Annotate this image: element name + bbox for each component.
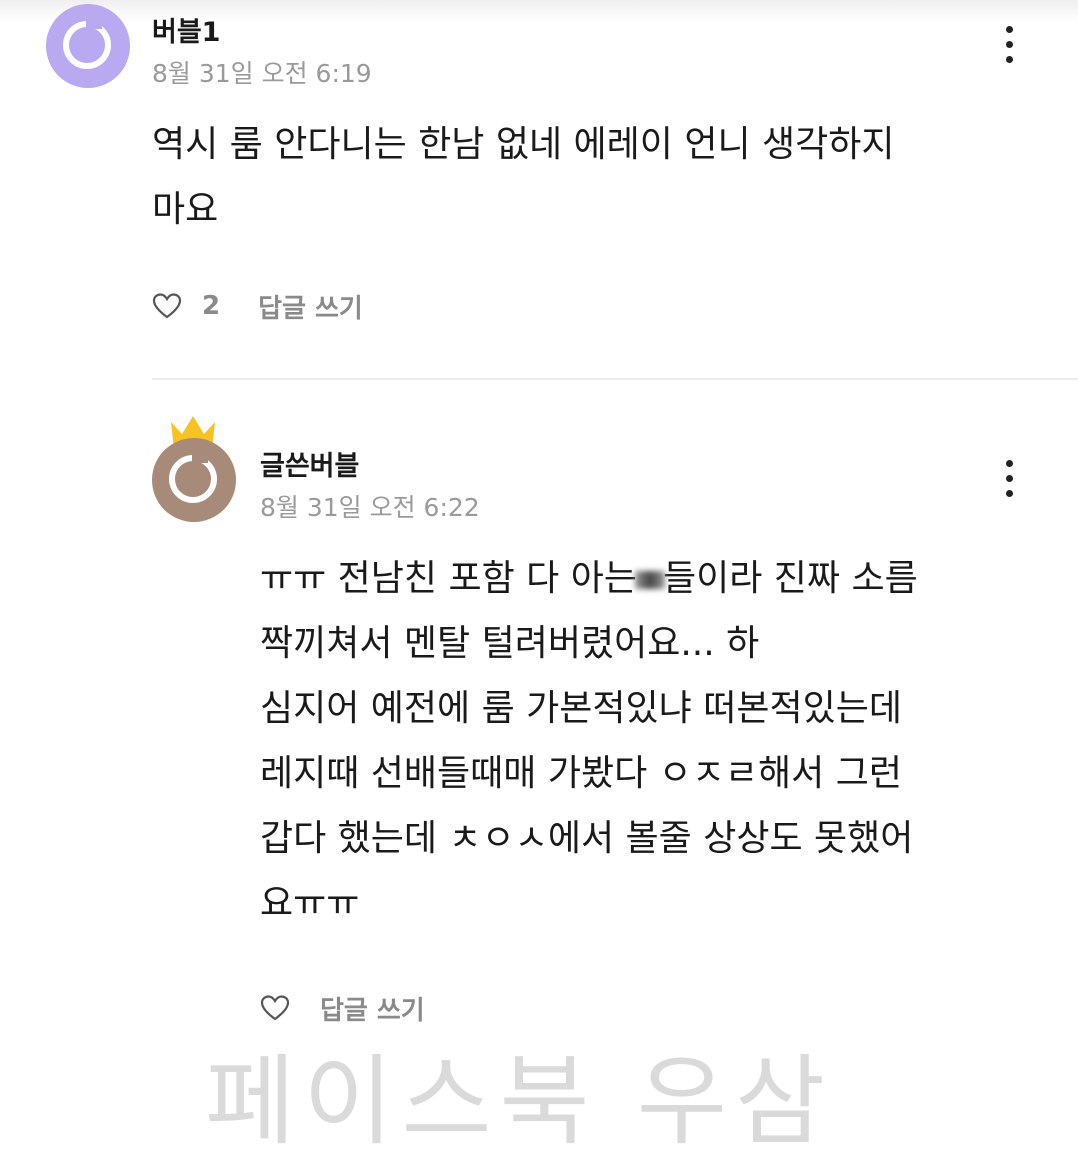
ring-gap (86, 17, 102, 29)
comment-line: 갑다 했는데 ㅊㅇㅅ에서 볼줄 상상도 못했어 (260, 818, 914, 859)
more-vertical-icon[interactable] (1003, 460, 1015, 502)
comment-time: 8월 31일 오전 6:22 (260, 493, 480, 522)
author-name[interactable]: 버블1 (152, 10, 220, 49)
comment-line: 요ㅠㅠ (260, 883, 360, 924)
watermark: 페이스북 우삼 (205, 1045, 834, 1159)
comment-time: 8월 31일 오전 6:19 (152, 59, 372, 88)
ring-gap (192, 451, 208, 463)
more-vertical-icon[interactable] (1003, 26, 1015, 68)
comment-1: 버블1 8월 31일 오전 6:19 역시 룸 안다니는 한남 없네 에레이 언… (0, 0, 1078, 378)
avatar[interactable] (152, 438, 236, 522)
comment-line: 역시 룸 안다니는 한남 없네 에레이 언니 생각하지 (152, 124, 895, 165)
reply-button[interactable]: 답글 쓰기 (258, 288, 363, 325)
comment-line: ㅠㅠ 전남친 포함 다 아는 들이라 진짜 소름 (260, 546, 918, 611)
comment-line: 마요 (152, 189, 219, 230)
comment-line: 심지어 예전에 룸 가본적있냐 떠본적있는데 (260, 688, 902, 729)
comment-line: 레지때 선배들때매 가봤다 ㅇㅈㄹ해서 그런 (260, 753, 902, 794)
heart-icon[interactable] (260, 994, 290, 1022)
comment-line: 짝끼쳐서 멘탈 털려버렸어요... 하 (260, 623, 760, 664)
blurred-text (634, 571, 665, 589)
comment-body: ㅠㅠ 전남친 포함 다 아는 들이라 진짜 소름 짝끼쳐서 멘탈 털려버렸어요..… (260, 546, 918, 936)
reply-button[interactable]: 답글 쓰기 (320, 990, 425, 1027)
comment-line-head: ㅠㅠ 전남친 포함 다 아는 (260, 558, 637, 599)
comment-body: 역시 룸 안다니는 한남 없네 에레이 언니 생각하지 마요 (152, 112, 895, 242)
comment-line-tail: 들이라 진짜 소름 (662, 558, 918, 599)
heart-icon[interactable] (152, 292, 182, 320)
author-name[interactable]: 글쓴버블 (260, 444, 359, 483)
avatar[interactable] (46, 4, 130, 88)
like-count: 2 (202, 291, 221, 321)
comment-actions: 2 답글 쓰기 (152, 286, 363, 326)
